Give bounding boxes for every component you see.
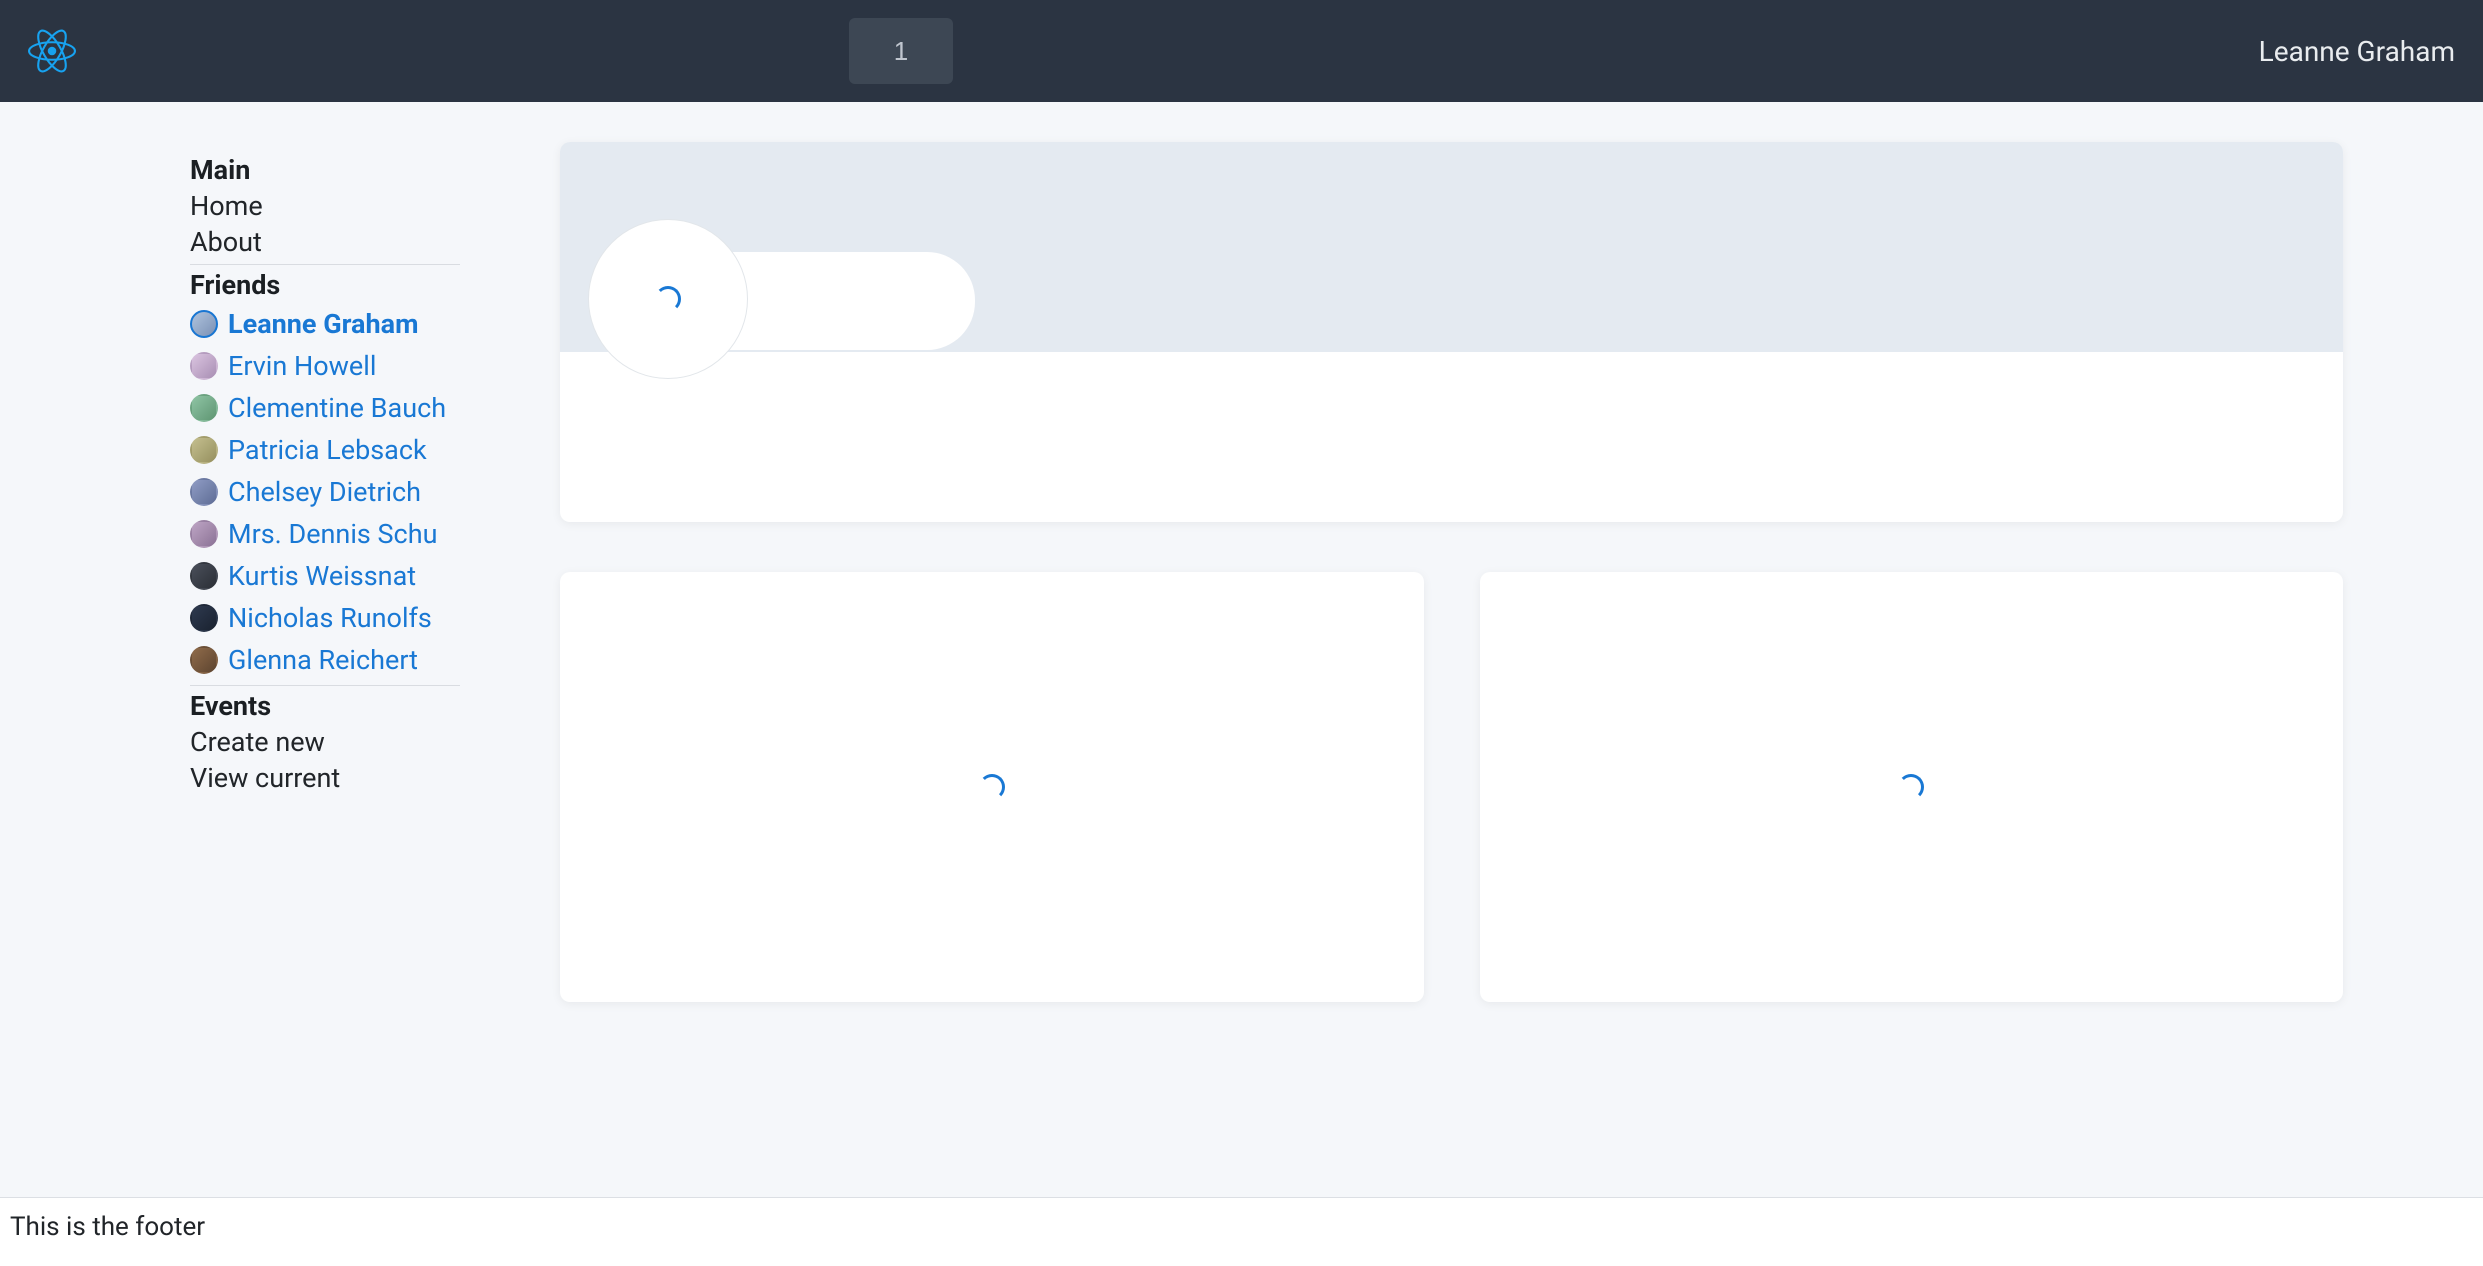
sidebar-friend-label: Glenna Reichert: [228, 644, 418, 676]
search-input[interactable]: [849, 18, 953, 84]
content-wrap: Main Home About Friends Leanne Graham Er…: [0, 102, 2483, 1197]
avatar-icon: [190, 520, 218, 548]
sidebar-friend-leanne-graham[interactable]: Leanne Graham: [190, 303, 460, 345]
sidebar-friend-label: Leanne Graham: [228, 308, 418, 340]
sidebar-friend-label: Clementine Bauch: [228, 392, 446, 424]
sidebar-friend-label: Nicholas Runolfs: [228, 602, 432, 634]
sidebar: Main Home About Friends Leanne Graham Er…: [140, 142, 460, 796]
sidebar-friend-dennis-schu[interactable]: Mrs. Dennis Schu: [190, 513, 460, 555]
spinner-icon: [655, 286, 681, 312]
sidebar-friend-clementine-bauch[interactable]: Clementine Bauch: [190, 387, 460, 429]
sidebar-friend-chelsey-dietrich[interactable]: Chelsey Dietrich: [190, 471, 460, 513]
sidebar-section-friends: Friends Leanne Graham Ervin Howell Cleme…: [190, 267, 460, 686]
sidebar-section-main: Main Home About: [190, 152, 460, 265]
sidebar-link-create-new[interactable]: Create new: [190, 724, 460, 760]
sidebar-heading-main: Main: [190, 152, 460, 188]
react-logo-icon: [28, 27, 76, 75]
avatar-icon: [190, 394, 218, 422]
avatar-icon: [190, 604, 218, 632]
profile-picture: [588, 219, 748, 379]
avatar-icon: [190, 352, 218, 380]
sidebar-link-view-current[interactable]: View current: [190, 760, 460, 796]
search-wrap: [849, 18, 953, 84]
avatar-icon: [190, 562, 218, 590]
sidebar-friend-ervin-howell[interactable]: Ervin Howell: [190, 345, 460, 387]
profile-body: [560, 352, 2343, 522]
top-bar: Leanne Graham: [0, 0, 2483, 102]
sidebar-friend-label: Ervin Howell: [228, 350, 376, 382]
sidebar-friend-nicholas-runolfs[interactable]: Nicholas Runolfs: [190, 597, 460, 639]
avatar-icon: [190, 310, 218, 338]
sidebar-link-about[interactable]: About: [190, 224, 460, 260]
profile-card: [560, 142, 2343, 522]
avatar-icon: [190, 646, 218, 674]
sidebar-heading-friends: Friends: [190, 267, 460, 303]
avatar-icon: [190, 436, 218, 464]
main-column: [560, 142, 2343, 1002]
cards-row: [560, 572, 2343, 1002]
sidebar-friend-label: Chelsey Dietrich: [228, 476, 421, 508]
content-card-right: [1480, 572, 2344, 1002]
footer-text: This is the footer: [10, 1212, 205, 1242]
sidebar-section-events: Events Create new View current: [190, 688, 460, 796]
sidebar-friend-label: Kurtis Weissnat: [228, 560, 416, 592]
avatar-icon: [190, 478, 218, 506]
sidebar-friend-glenna-reichert[interactable]: Glenna Reichert: [190, 639, 460, 681]
sidebar-friend-label: Patricia Lebsack: [228, 434, 427, 466]
spinner-icon: [1898, 774, 1924, 800]
content-card-left: [560, 572, 1424, 1002]
sidebar-friend-kurtis-weissnat[interactable]: Kurtis Weissnat: [190, 555, 460, 597]
footer: This is the footer: [0, 1197, 2483, 1266]
current-user-name[interactable]: Leanne Graham: [2259, 35, 2455, 68]
sidebar-heading-events: Events: [190, 688, 460, 724]
sidebar-link-home[interactable]: Home: [190, 188, 460, 224]
sidebar-friend-label: Mrs. Dennis Schu: [228, 518, 437, 550]
spinner-icon: [979, 774, 1005, 800]
sidebar-friend-patricia-lebsack[interactable]: Patricia Lebsack: [190, 429, 460, 471]
